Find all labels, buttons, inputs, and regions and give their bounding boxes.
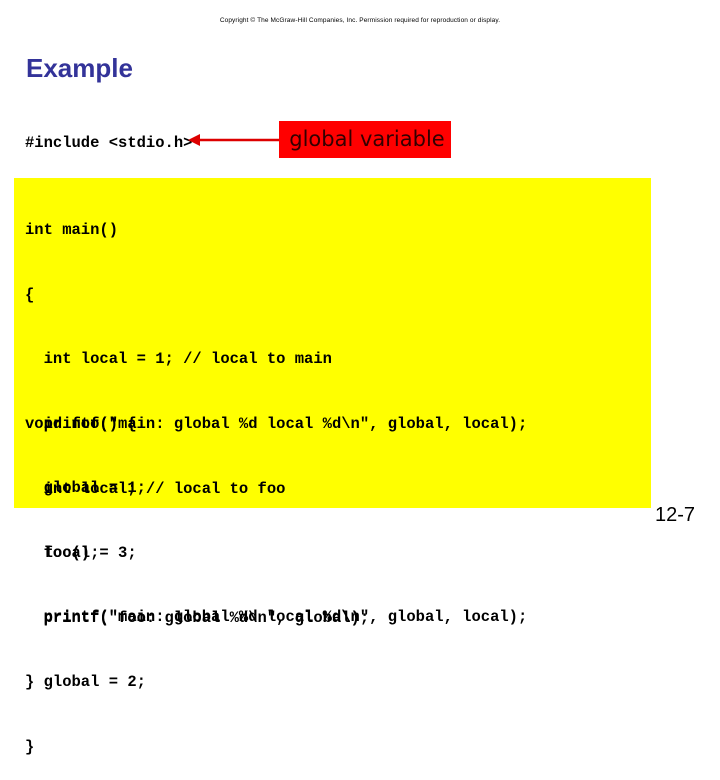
code-line: {: [25, 285, 35, 304]
code-line-include: #include <stdio.h>: [25, 134, 193, 152]
code-line: }: [25, 737, 35, 756]
copyright-notice: Copyright © The McGraw-Hill Companies, I…: [219, 17, 501, 24]
slide-title: Example: [26, 53, 133, 83]
code-line: void foo() {: [25, 415, 137, 433]
code-line: int local = 1; // local to main: [25, 350, 332, 368]
code-line: int local; // local to foo: [25, 479, 286, 498]
global-variable-callout: global variable: [279, 121, 451, 158]
code-line: int main(): [25, 221, 119, 239]
code-line: printf("foo: global %d\n", global);: [25, 608, 370, 627]
slide-number: 12-7: [655, 504, 696, 526]
code-line: local = 3;: [25, 544, 137, 562]
code-line: global = 2;: [25, 673, 146, 691]
foo-function-code: void foo() { int local; // local to foo …: [25, 371, 369, 780]
callout-arrow-icon: [188, 134, 280, 146]
